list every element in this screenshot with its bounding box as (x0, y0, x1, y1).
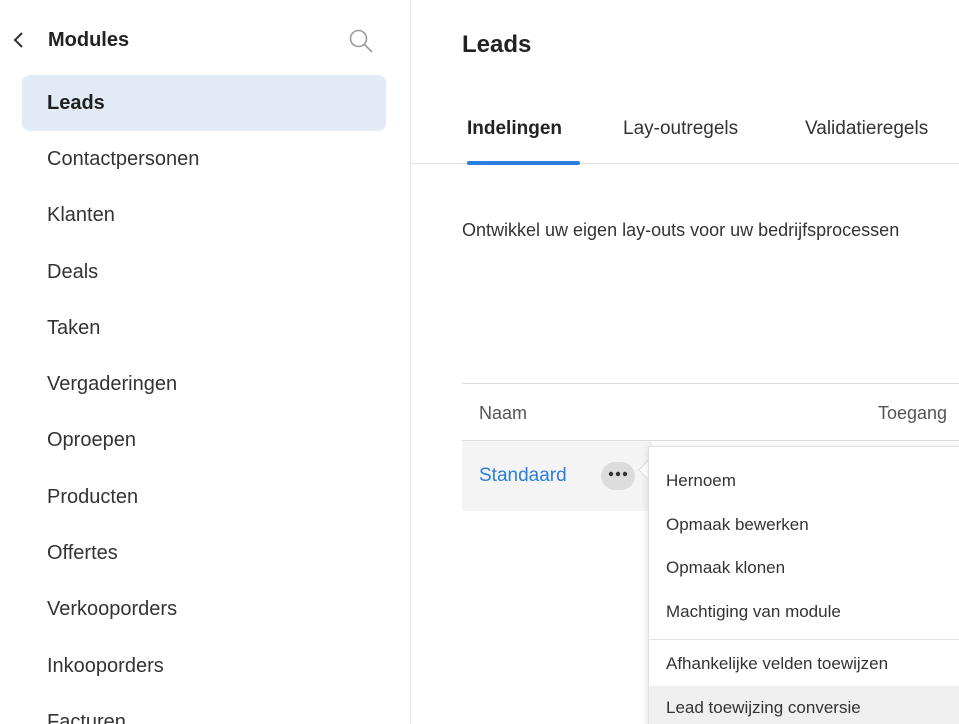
active-tab-indicator (467, 161, 580, 165)
chevron-left-icon[interactable] (10, 28, 28, 52)
tab-bar: Indelingen Lay-outregels Validatieregels (411, 106, 959, 165)
more-horizontal-icon[interactable] (601, 462, 635, 490)
menu-item-lead-toewijzing-conversie[interactable]: Lead toewijzing conversie (649, 685, 959, 724)
sidebar-item-inkooporders[interactable]: Inkooporders (22, 638, 386, 694)
sidebar-item-verkooporders[interactable]: Verkooporders (22, 581, 386, 637)
layout-actions-menu: Hernoem Opmaak bewerken Opmaak klonen Ma… (648, 446, 959, 724)
sidebar-header: Modules (0, 0, 410, 80)
menu-item-afhankelijke-velden[interactable]: Afhankelijke velden toewijzen (649, 642, 959, 686)
sidebar-item-offertes[interactable]: Offertes (22, 525, 386, 581)
page-title: Leads (462, 31, 532, 58)
sidebar-item-taken[interactable]: Taken (22, 300, 386, 356)
column-header-naam: Naam (479, 403, 528, 423)
menu-item-opmaak-bewerken[interactable]: Opmaak bewerken (649, 503, 959, 547)
menu-divider (649, 639, 959, 640)
sidebar-title: Modules (48, 29, 130, 51)
table-row: Standaard (462, 441, 652, 511)
sidebar-item-oproepen[interactable]: Oproepen (22, 412, 386, 468)
page-description: Ontwikkel uw eigen lay-outs voor uw bedr… (462, 220, 900, 240)
layout-link-standaard[interactable]: Standaard (479, 463, 567, 489)
search-icon[interactable] (348, 28, 374, 54)
sidebar-item-deals[interactable]: Deals (22, 244, 386, 300)
tab-lay-outregels[interactable]: Lay-outregels (623, 114, 738, 144)
tab-validatieregels[interactable]: Validatieregels (805, 114, 928, 144)
table-header: Naam Toegang (462, 383, 959, 441)
menu-item-opmaak-klonen[interactable]: Opmaak klonen (649, 546, 959, 590)
sidebar-item-producten[interactable]: Producten (22, 469, 386, 525)
module-list: Leads Contactpersonen Klanten Deals Take… (22, 75, 386, 724)
sidebar-item-vergaderingen[interactable]: Vergaderingen (22, 356, 386, 412)
sidebar-item-facturen[interactable]: Facturen (22, 694, 386, 724)
sidebar-item-leads[interactable]: Leads (22, 75, 386, 131)
modules-sidebar: Modules Leads Contactpersonen Klanten De… (0, 0, 411, 724)
menu-item-machtiging-van-module[interactable]: Machtiging van module (649, 590, 959, 634)
app-window: Modules Leads Contactpersonen Klanten De… (0, 0, 959, 724)
tab-indelingen[interactable]: Indelingen (467, 114, 562, 144)
menu-item-hernoem[interactable]: Hernoem (649, 459, 959, 503)
sidebar-item-klanten[interactable]: Klanten (22, 187, 386, 243)
sidebar-item-contactpersonen[interactable]: Contactpersonen (22, 131, 386, 187)
column-header-toegang: Toegang (878, 403, 948, 423)
